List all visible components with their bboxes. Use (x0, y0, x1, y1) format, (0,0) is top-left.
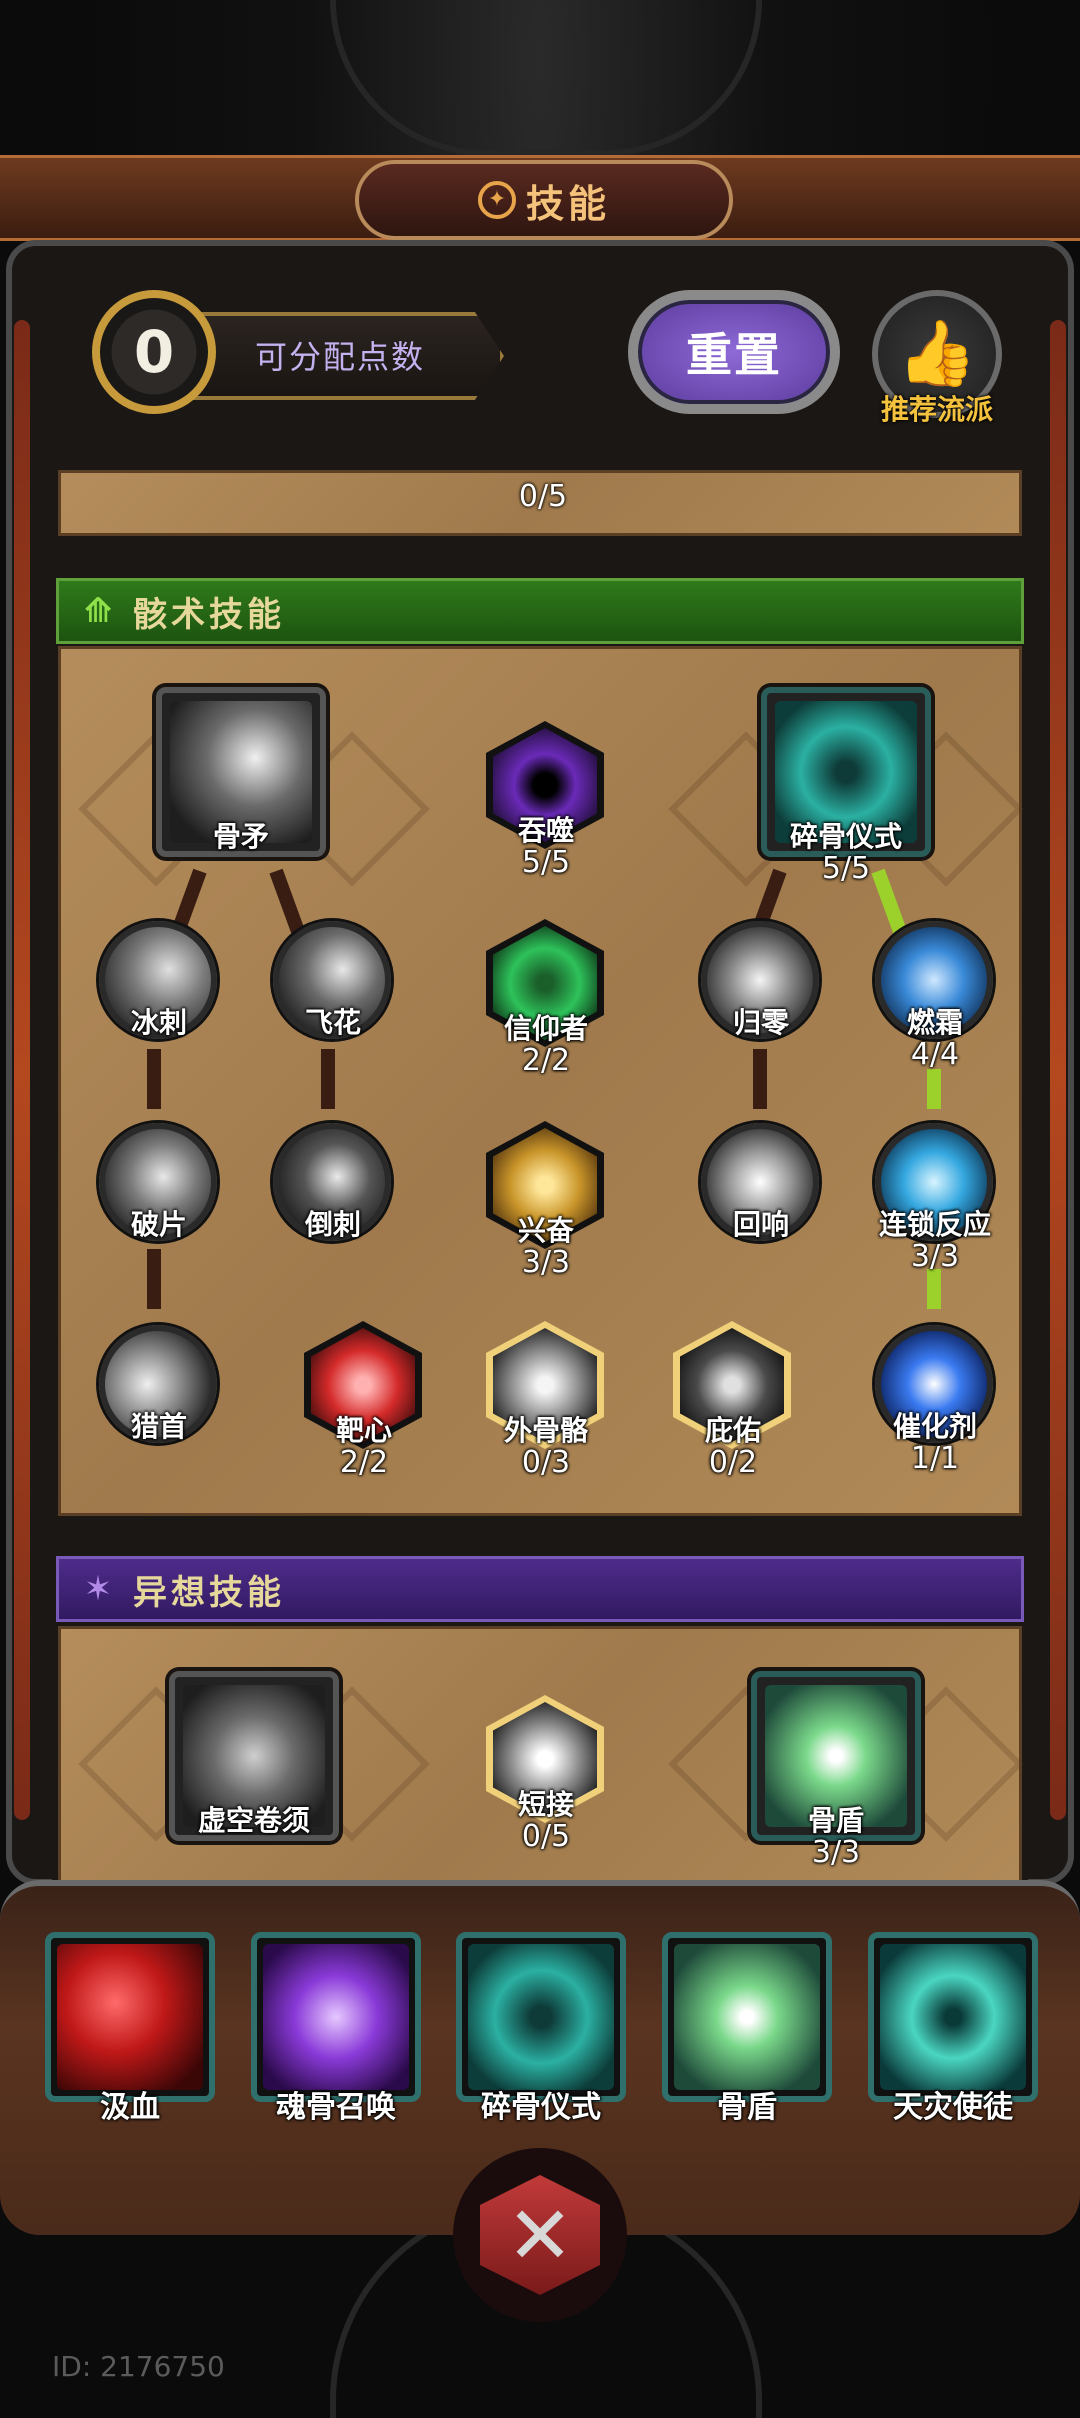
skill-level: 0/5 (518, 479, 568, 514)
connector-line (147, 1049, 161, 1109)
skill-level: 5/5 (821, 851, 871, 886)
equipped-slot-5[interactable] (868, 1932, 1038, 2102)
skill-name: 归零 (732, 1006, 789, 1039)
skill-level: 4/4 (910, 1037, 960, 1072)
skill-name: 信仰者 (503, 1012, 588, 1045)
star-burst-icon: ✶ (83, 1569, 117, 1609)
crossed-swords-icon: ✕ (480, 2175, 600, 2295)
skill-name: 兴奋 (517, 1214, 574, 1247)
skill-level: 3/3 (521, 1245, 571, 1280)
skill-name: 燃霜 (906, 1006, 963, 1039)
points-value: 0 (92, 290, 216, 414)
skill-level: 1/1 (910, 1441, 960, 1476)
section-title: 骸术技能 (133, 594, 285, 635)
skill-name: 吞噬 (517, 814, 574, 847)
fantasy-skill-tree: 虚空卷须 短接 0/5 骨盾 3/3 (58, 1626, 1024, 1880)
reset-button[interactable]: 重置 (628, 290, 840, 414)
page-title: 技能 (525, 181, 610, 226)
skill-name: 回响 (732, 1208, 789, 1241)
bone-ritual-icon (468, 1944, 614, 2090)
skill-name: 催化剂 (892, 1410, 977, 1443)
skill-name: 外骨骼 (503, 1414, 588, 1447)
section-title: 异想技能 (133, 1572, 285, 1613)
recommend-build-label[interactable]: 推荐流派 (872, 388, 1002, 428)
equipped-slot-label: 碎骨仪式 (481, 2090, 601, 2125)
connector-line (147, 1249, 161, 1309)
equipped-slot-label: 天灾使徒 (893, 2090, 1013, 2125)
skill-level: 5/5 (521, 845, 571, 880)
skill-name: 骨盾 (807, 1804, 864, 1837)
player-id: ID: 2176750 (52, 2350, 225, 2383)
skill-name: 骨矛 (212, 820, 269, 853)
pentagram-icon: ✦ (477, 181, 516, 219)
title-plate: ✦ 技能 (355, 160, 733, 240)
skill-name: 倒刺 (304, 1208, 361, 1241)
calamity-apostle-icon (880, 1944, 1026, 2090)
section-banner-bone: ⟰ 骸术技能 (56, 578, 1024, 644)
right-rail-decoration (1050, 320, 1066, 1820)
connector-line (753, 1049, 767, 1109)
thumbs-up-icon: 👍 (897, 317, 977, 391)
close-button[interactable]: ✕ (453, 2148, 627, 2322)
previous-section-tail: 0/5 (58, 470, 1022, 536)
equipped-slot-3[interactable] (456, 1932, 626, 2102)
equipped-slot-label: 汲血 (100, 2090, 160, 2125)
equipped-slot-label: 魂骨召唤 (276, 2090, 396, 2125)
skill-name: 飞花 (304, 1006, 361, 1039)
left-rail-decoration (14, 320, 30, 1820)
soul-bone-summon-icon (263, 1944, 409, 2090)
skill-tree-scroll[interactable]: 0/5 ⟰ 骸术技能 骨矛 吞噬 5/5 碎骨仪式 5/5 冰刺 飞花 信仰者 … (52, 460, 1028, 1880)
skill-name: 虚空卷须 (197, 1804, 310, 1837)
skill-name: 猎首 (130, 1410, 187, 1443)
connector-line-active (927, 1069, 941, 1109)
skill-name: 冰刺 (130, 1006, 187, 1039)
skill-level: 3/3 (910, 1239, 960, 1274)
connector-line-active (927, 1269, 941, 1309)
equipped-slot-2[interactable] (251, 1932, 421, 2102)
section-banner-fantasy: ✶ 异想技能 (56, 1556, 1024, 1622)
skill-level: 3/3 (811, 1835, 861, 1870)
skill-name: 靶心 (335, 1414, 392, 1447)
skill-name: 碎骨仪式 (789, 820, 902, 853)
equipped-slot-4[interactable] (662, 1932, 832, 2102)
equipped-slot-1[interactable] (45, 1932, 215, 2102)
skill-name: 庇佑 (704, 1414, 761, 1447)
skill-name: 短接 (517, 1788, 574, 1821)
bone-shield-icon (674, 1944, 820, 2090)
bone-skill-tree: 骨矛 吞噬 5/5 碎骨仪式 5/5 冰刺 飞花 信仰者 2/2 归零 燃霜 4… (58, 646, 1024, 1516)
boot-icon: ⟰ (83, 591, 117, 631)
connector-line (321, 1049, 335, 1109)
skill-name: 破片 (130, 1208, 187, 1241)
equipped-slot-label: 骨盾 (717, 2090, 777, 2125)
skill-level: 0/5 (521, 1819, 571, 1854)
skill-level: 2/2 (339, 1445, 389, 1480)
skill-level: 0/2 (708, 1445, 758, 1480)
skill-level: 2/2 (521, 1043, 571, 1078)
skill-level: 0/3 (521, 1445, 571, 1480)
blood-drain-icon (57, 1944, 203, 2090)
skill-name: 连锁反应 (878, 1208, 991, 1241)
points-label: 可分配点数 (255, 338, 426, 376)
